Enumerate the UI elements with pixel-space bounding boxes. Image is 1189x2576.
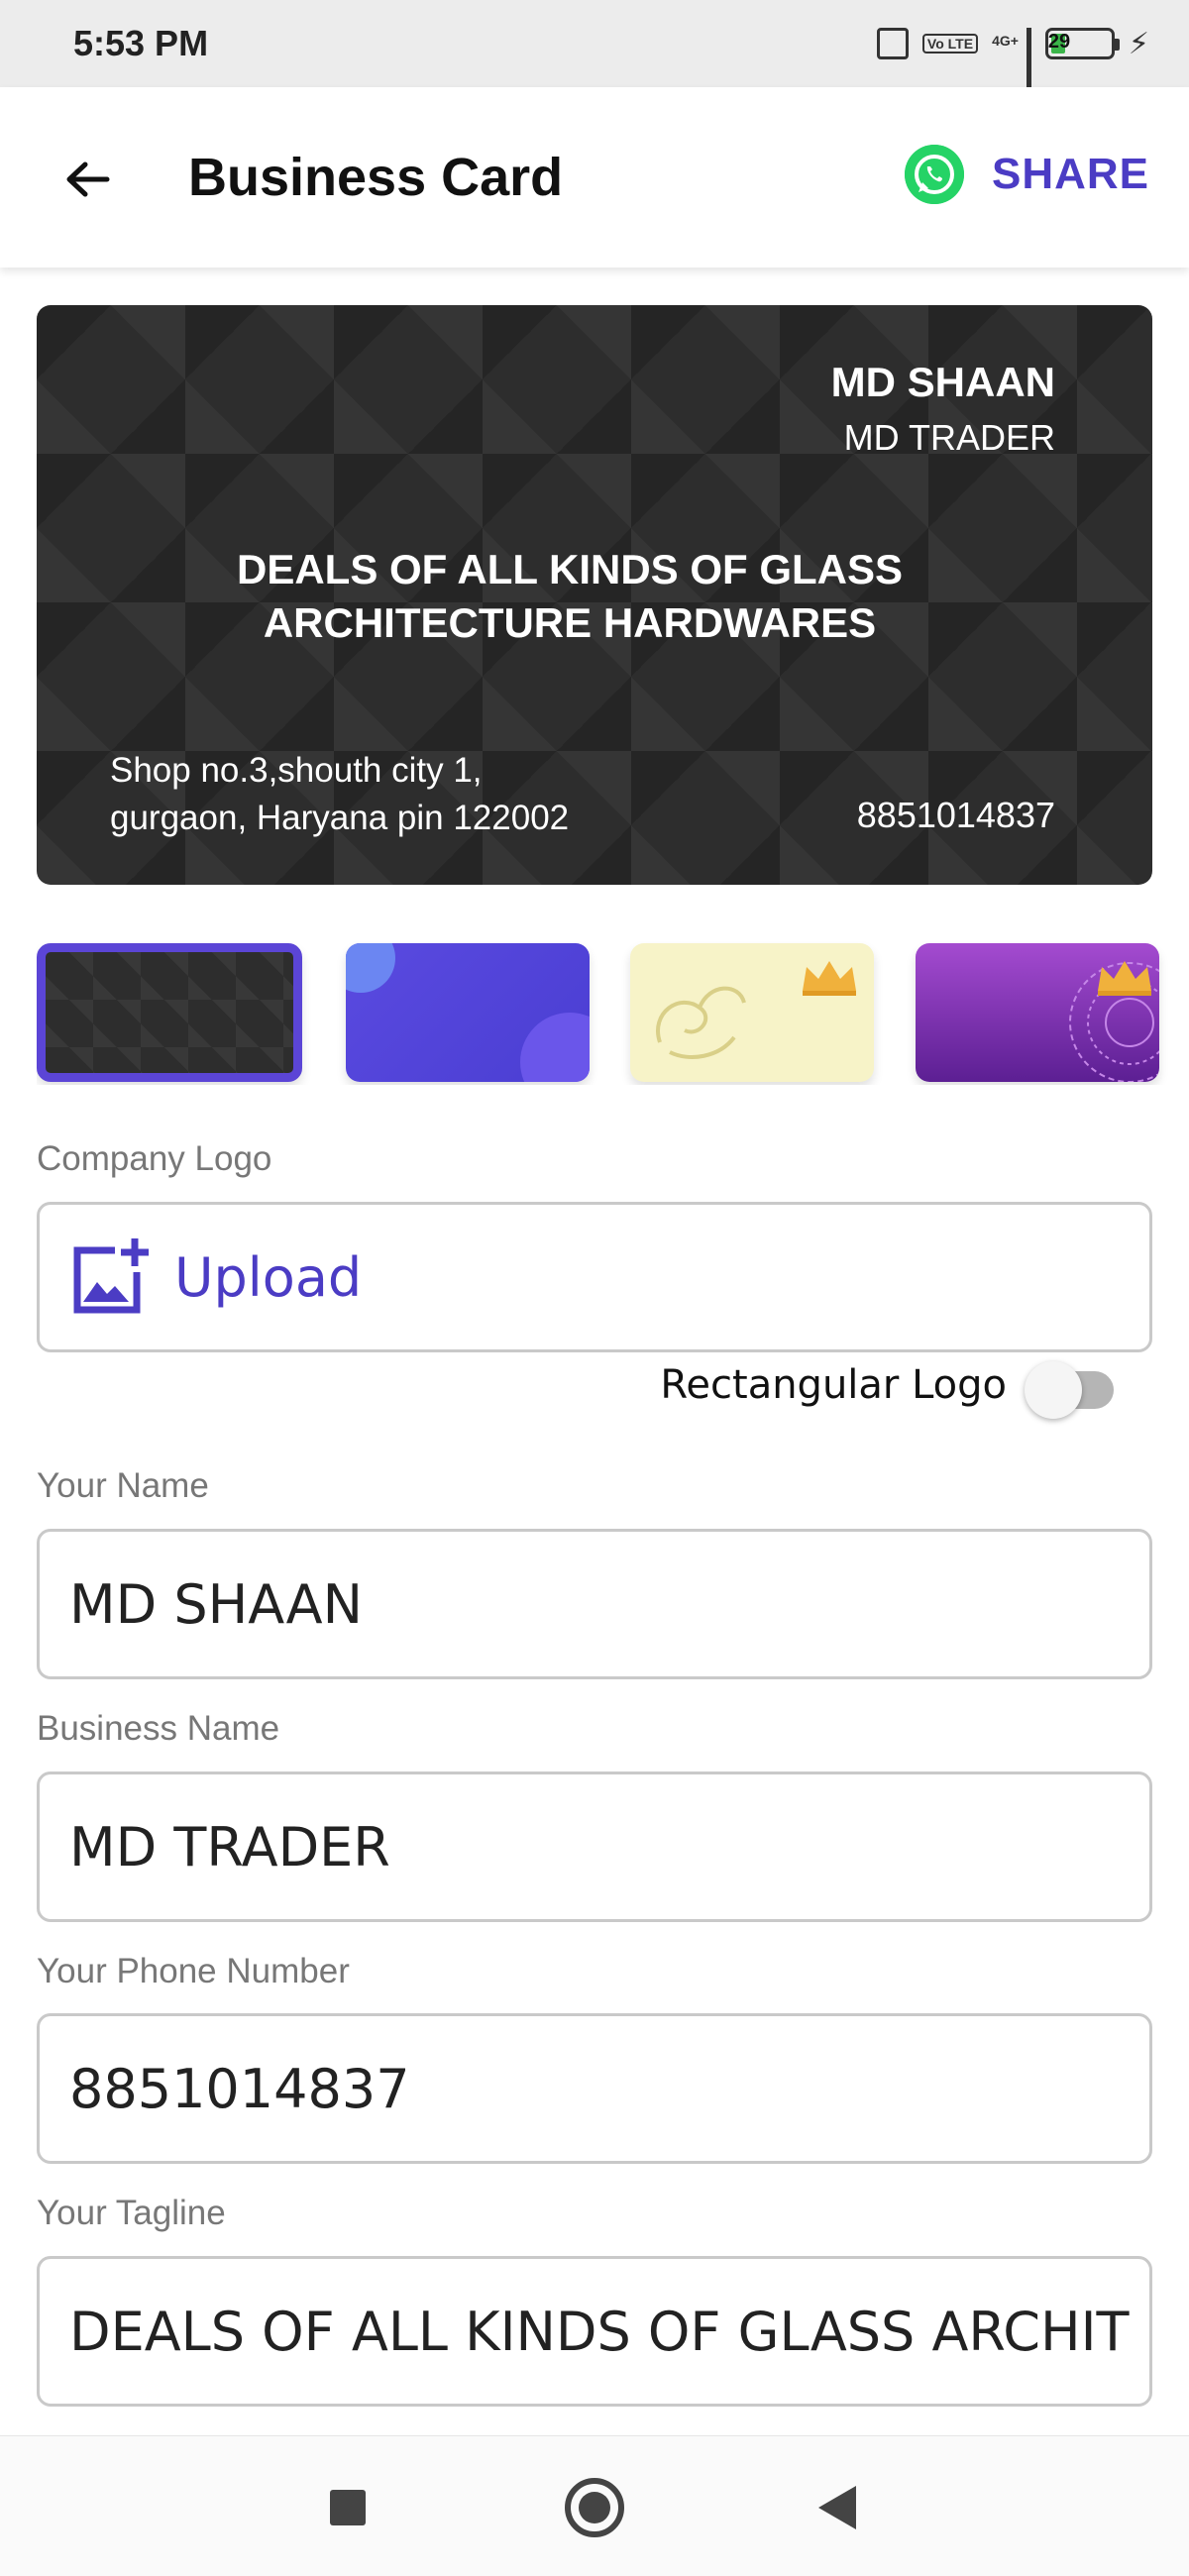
charging-icon: ⚡ — [1128, 27, 1149, 60]
screen-cast-icon — [876, 28, 909, 59]
add-photo-icon — [73, 1238, 149, 1314]
battery-level: 29 — [1047, 31, 1071, 53]
whatsapp-icon — [904, 145, 964, 204]
card-address: Shop no.3,shouth city 1, gurgaon, Haryan… — [110, 747, 569, 842]
theme-thumbnail-purple[interactable] — [916, 943, 1159, 1082]
card-address-line2: gurgaon, Haryana pin 122002 — [110, 799, 570, 837]
crown-icon — [803, 961, 856, 996]
theme-thumbnail-dark[interactable] — [37, 943, 302, 1082]
phone-label: Your Phone Number — [37, 1952, 350, 1990]
ornament-icon — [656, 986, 746, 1059]
app-bar: Business Card SHARE — [0, 87, 1189, 268]
rectangular-logo-toggle[interactable] — [1025, 1355, 1120, 1419]
company-logo-label: Company Logo — [37, 1139, 272, 1178]
share-label: SHARE — [991, 150, 1149, 198]
business-card-preview: MD SHAAN MD TRADER DEALS OF ALL KINDS OF… — [37, 305, 1152, 885]
home-button[interactable] — [565, 2478, 624, 2537]
theme-selector — [37, 941, 1189, 1085]
business-name-label: Business Name — [37, 1709, 280, 1748]
card-address-line1: Shop no.3,shouth city 1, — [110, 751, 483, 790]
card-phone: 8851014837 — [856, 795, 1055, 835]
crown-icon — [1098, 961, 1151, 996]
share-button[interactable]: SHARE — [904, 145, 1149, 204]
back-button[interactable] — [57, 155, 117, 204]
phone-field[interactable]: 8851014837 — [37, 2013, 1152, 2164]
battery-icon: 29 — [1044, 28, 1120, 59]
recent-apps-button[interactable] — [330, 2490, 366, 2525]
page-title: Business Card — [188, 148, 564, 207]
upload-label: Upload — [174, 1245, 363, 1309]
card-name: MD SHAAN — [830, 359, 1055, 405]
decor-circle — [346, 943, 395, 993]
status-time: 5:53 PM — [73, 23, 209, 63]
name-field[interactable]: MD SHAAN — [37, 1529, 1152, 1679]
toggle-knob — [1025, 1361, 1082, 1419]
system-back-button[interactable] — [818, 2486, 856, 2529]
status-bar: 5:53 PM Vo LTE 4G+ 29 ⚡ — [0, 0, 1189, 103]
system-nav-bar — [0, 2435, 1189, 2576]
rectangular-logo-row: Rectangular Logo — [660, 1355, 1120, 1419]
network-type-label: 4G+ — [992, 32, 1019, 49]
theme-thumbnail-blue[interactable] — [346, 943, 590, 1082]
signal-icon — [1026, 28, 1031, 103]
name-label: Your Name — [37, 1466, 209, 1505]
arrow-left-icon — [66, 161, 110, 197]
tagline-label: Your Tagline — [37, 2194, 226, 2232]
theme-thumbnail-cream[interactable] — [630, 943, 874, 1082]
status-icons: Vo LTE 4G+ 29 ⚡ — [876, 27, 1149, 103]
decor-circle — [520, 1013, 590, 1082]
card-business-name: MD TRADER — [843, 417, 1055, 458]
rectangular-logo-label: Rectangular Logo — [660, 1362, 1007, 1408]
business-name-field[interactable]: MD TRADER — [37, 1771, 1152, 1922]
tagline-field[interactable]: DEALS OF ALL KINDS OF GLASS ARCHIT — [37, 2256, 1152, 2407]
card-tagline: DEALS OF ALL KINDS OF GLASS ARCHITECTURE… — [236, 546, 904, 646]
volte-icon: Vo LTE — [921, 34, 979, 54]
upload-logo-button[interactable]: Upload — [37, 1202, 1152, 1352]
